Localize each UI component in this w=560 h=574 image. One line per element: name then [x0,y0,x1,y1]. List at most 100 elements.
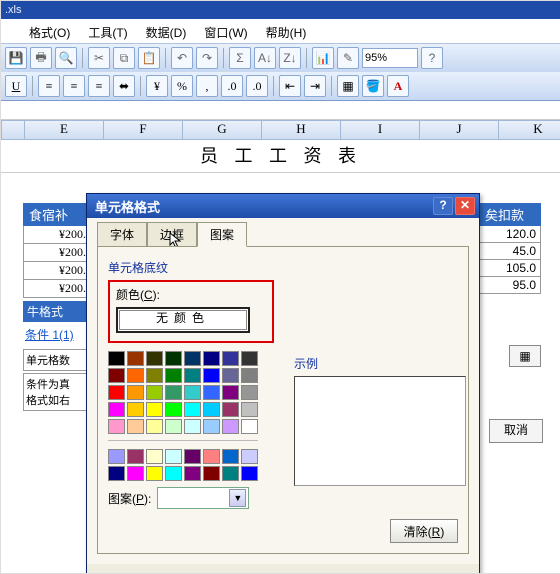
color-swatch[interactable] [108,351,125,366]
color-swatch[interactable] [146,385,163,400]
chart-icon[interactable]: 📊 [312,47,334,69]
color-swatch[interactable] [241,351,258,366]
color-swatch[interactable] [146,368,163,383]
col-E[interactable]: E [25,120,104,140]
inc-decimal-icon[interactable]: .0 [221,75,243,97]
color-swatch[interactable] [203,466,220,481]
color-swatch[interactable] [165,402,182,417]
color-swatch[interactable] [165,466,182,481]
color-swatch[interactable] [241,402,258,417]
merge-icon[interactable]: ⬌ [113,75,135,97]
table-cell[interactable]: ¥200. [23,262,91,280]
formula-bar[interactable] [1,101,560,120]
color-swatch[interactable] [203,402,220,417]
color-swatch[interactable] [203,351,220,366]
table-cell[interactable]: 95.0 [479,277,541,294]
table-cell[interactable]: 105.0 [479,260,541,277]
color-swatch[interactable] [203,385,220,400]
table-cell[interactable]: ¥200. [23,280,91,298]
color-swatch[interactable] [108,368,125,383]
preview-icon[interactable]: 🔍 [55,47,77,69]
cond-box-1[interactable]: 单元格数 [23,349,93,371]
color-swatch[interactable] [203,449,220,464]
tab-font[interactable]: 字体 [97,222,147,247]
color-swatch[interactable] [127,385,144,400]
color-swatch[interactable] [165,419,182,434]
color-swatch[interactable] [165,449,182,464]
color-swatch[interactable] [222,419,239,434]
color-swatch[interactable] [127,466,144,481]
underline-icon[interactable]: U [5,75,27,97]
color-swatch[interactable] [108,466,125,481]
color-swatch[interactable] [184,385,201,400]
align-center-icon[interactable]: ≡ [63,75,85,97]
comma-icon[interactable]: , [196,75,218,97]
currency-icon[interactable]: ¥ [146,75,168,97]
cut-icon[interactable]: ✂ [88,47,110,69]
color-swatch[interactable] [165,351,182,366]
percent-icon[interactable]: % [171,75,193,97]
color-swatch[interactable] [241,419,258,434]
clear-button[interactable]: 清除(R) [390,519,458,543]
align-left-icon[interactable]: ≡ [38,75,60,97]
color-swatch[interactable] [108,385,125,400]
color-swatch[interactable] [241,449,258,464]
menu-tools[interactable]: 工具(T) [88,24,127,41]
zoom-combo[interactable] [362,48,418,68]
color-swatch[interactable] [184,368,201,383]
color-swatch[interactable] [203,419,220,434]
sort-desc-icon[interactable]: Z↓ [279,47,301,69]
col-K[interactable]: K [499,120,560,140]
save-icon[interactable]: 💾 [5,47,27,69]
color-swatch[interactable] [222,368,239,383]
no-color-button[interactable]: 无颜色 [116,307,250,333]
table-cell[interactable]: 120.0 [479,226,541,243]
color-swatch[interactable] [165,385,182,400]
sort-asc-icon[interactable]: A↓ [254,47,276,69]
redo-icon[interactable]: ↷ [196,47,218,69]
color-swatch[interactable] [146,466,163,481]
menu-format[interactable]: 格式(O) [29,24,70,41]
copy-icon[interactable]: ⧉ [113,47,135,69]
dialog-titlebar[interactable]: 单元格格式 ? ✕ [87,194,479,218]
menu-data[interactable]: 数据(D) [146,24,187,41]
help-icon[interactable]: ? [421,47,443,69]
help-button[interactable]: ? [433,197,453,215]
color-swatch[interactable] [108,402,125,417]
drawing-icon[interactable]: ✎ [337,47,359,69]
col-F[interactable]: F [104,120,183,140]
paste-icon[interactable]: 📋 [138,47,160,69]
condition-link[interactable]: 条件 1(1) [23,322,93,347]
col-J[interactable]: J [420,120,499,140]
pattern-dropdown[interactable]: ▼ [157,487,249,509]
fill-color-icon[interactable]: 🪣 [362,75,384,97]
col-I[interactable]: I [341,120,420,140]
color-swatch[interactable] [184,466,201,481]
dec-decimal-icon[interactable]: .0 [246,75,268,97]
autosum-icon[interactable]: Σ [229,47,251,69]
color-swatch[interactable] [127,368,144,383]
col-G[interactable]: G [183,120,262,140]
color-swatch[interactable] [146,449,163,464]
color-swatch[interactable] [184,419,201,434]
color-swatch[interactable] [241,385,258,400]
table-cell[interactable]: 45.0 [479,243,541,260]
color-swatch[interactable] [108,449,125,464]
color-swatch[interactable] [127,402,144,417]
color-swatch[interactable] [222,402,239,417]
menu-help[interactable]: 帮助(H) [266,24,307,41]
inc-indent-icon[interactable]: ⇥ [304,75,326,97]
bg-cancel-button[interactable]: 取消 [489,419,543,443]
color-swatch[interactable] [222,385,239,400]
tab-pattern[interactable]: 图案 [197,222,247,247]
undo-icon[interactable]: ↶ [171,47,193,69]
color-swatch[interactable] [241,368,258,383]
font-color-icon[interactable]: A [387,75,409,97]
col-H[interactable]: H [262,120,341,140]
close-button[interactable]: ✕ [455,197,475,215]
color-swatch[interactable] [241,466,258,481]
range-picker-icon[interactable]: ▦ [509,345,541,367]
color-swatch[interactable] [165,368,182,383]
color-swatch[interactable] [222,351,239,366]
color-swatch[interactable] [203,368,220,383]
